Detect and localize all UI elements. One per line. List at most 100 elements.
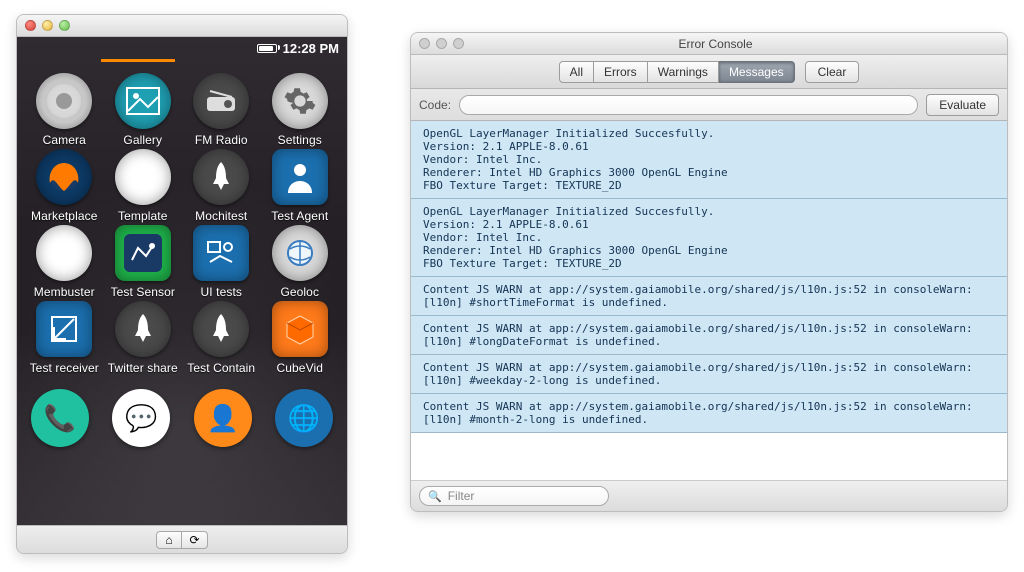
app-icon [115, 225, 171, 281]
app-template[interactable]: Template [106, 149, 181, 223]
battery-icon [257, 44, 277, 53]
app-label: Template [118, 209, 168, 223]
home-screen-grid: Camera Gallery FM Radio Settings Marketp… [17, 59, 347, 379]
app-marketplace[interactable]: Marketplace [27, 149, 102, 223]
phone-icon: 📞 [31, 389, 89, 447]
app-icon [272, 225, 328, 281]
minimize-icon[interactable] [436, 38, 447, 49]
window-title: Error Console [470, 37, 1007, 51]
app-label: Gallery [123, 133, 162, 147]
app-label: Membuster [34, 285, 95, 299]
console-message[interactable]: OpenGL LayerManager Initialized Succesfu… [411, 199, 1007, 277]
dock-contact[interactable]: 👤 [194, 389, 252, 447]
error-console-window: Error Console All Errors Warnings Messag… [410, 32, 1008, 512]
app-mochitest[interactable]: Mochitest [184, 149, 259, 223]
app-icon [193, 149, 249, 205]
statusbar: 12:28 PM [17, 37, 347, 59]
console-message[interactable]: Content JS WARN at app://system.gaiamobi… [411, 277, 1007, 316]
app-icon [193, 73, 249, 129]
app-label: FM Radio [195, 133, 248, 147]
app-icon [115, 149, 171, 205]
app-label: Geoloc [280, 285, 319, 299]
app-ui-tests[interactable]: UI tests [184, 225, 259, 299]
clear-button[interactable]: Clear [805, 61, 860, 83]
app-icon [36, 73, 92, 129]
app-membuster[interactable]: Membuster [27, 225, 102, 299]
filter-input[interactable]: 🔍 Filter [419, 486, 609, 506]
app-icon [36, 301, 92, 357]
minimize-icon[interactable] [42, 20, 53, 31]
app-label: Marketplace [31, 209, 97, 223]
simulator-buttons: ⌂ ⟳ [17, 525, 347, 553]
home-icon: ⌂ [165, 533, 172, 547]
filter-row: 🔍 Filter [411, 481, 1007, 511]
filter-segmented-control: All Errors Warnings Messages [559, 61, 795, 83]
app-icon [36, 225, 92, 281]
app-icon [115, 73, 171, 129]
console-message[interactable]: Content JS WARN at app://system.gaiamobi… [411, 394, 1007, 433]
app-cubevid[interactable]: CubeVid [263, 301, 338, 375]
zoom-icon[interactable] [453, 38, 464, 49]
close-icon[interactable] [419, 38, 430, 49]
browser-icon: 🌐 [275, 389, 333, 447]
app-icon [272, 301, 328, 357]
contact-icon: 👤 [194, 389, 252, 447]
app-label: UI tests [201, 285, 242, 299]
tab-errors[interactable]: Errors [594, 61, 648, 83]
status-time: 12:28 PM [283, 41, 339, 56]
app-settings[interactable]: Settings [263, 73, 338, 147]
code-label: Code: [419, 98, 451, 112]
phone-simulator-window: 12:28 PM Camera Gallery FM Radio Setting… [16, 14, 348, 554]
app-icon [36, 149, 92, 205]
console-message[interactable]: Content JS WARN at app://system.gaiamobi… [411, 355, 1007, 394]
app-test-contain[interactable]: Test Contain [184, 301, 259, 375]
tab-messages[interactable]: Messages [719, 61, 795, 83]
app-label: CubeVid [276, 361, 323, 375]
app-twitter-share[interactable]: Twitter share [106, 301, 181, 375]
app-label: Test Contain [187, 361, 255, 375]
message-icon: 💬 [112, 389, 170, 447]
app-test-receiver[interactable]: Test receiver [27, 301, 102, 375]
app-fm-radio[interactable]: FM Radio [184, 73, 259, 147]
code-input[interactable] [459, 95, 918, 115]
console-message[interactable]: Content JS WARN at app://system.gaiamobi… [411, 316, 1007, 355]
dock-phone[interactable]: 📞 [31, 389, 89, 447]
rotate-icon: ⟳ [189, 533, 199, 547]
console-message[interactable]: OpenGL LayerManager Initialized Succesfu… [411, 121, 1007, 199]
rotate-button[interactable]: ⟳ [182, 531, 208, 549]
app-icon [272, 149, 328, 205]
code-evaluate-row: Code: Evaluate [411, 89, 1007, 121]
app-label: Camera [43, 133, 86, 147]
app-label: Twitter share [108, 361, 178, 375]
tab-all[interactable]: All [559, 61, 594, 83]
search-icon: 🔍 [428, 490, 442, 503]
app-icon [193, 301, 249, 357]
app-label: Test Sensor [111, 285, 175, 299]
app-label: Settings [278, 133, 322, 147]
app-test-agent[interactable]: Test Agent [263, 149, 338, 223]
app-icon [272, 73, 328, 129]
app-icon [193, 225, 249, 281]
evaluate-button[interactable]: Evaluate [926, 94, 999, 116]
dock-message[interactable]: 💬 [112, 389, 170, 447]
console-toolbar: All Errors Warnings Messages Clear [411, 55, 1007, 89]
dock-browser[interactable]: 🌐 [275, 389, 333, 447]
app-icon [115, 301, 171, 357]
app-geoloc[interactable]: Geoloc [263, 225, 338, 299]
console-titlebar[interactable]: Error Console [411, 33, 1007, 55]
phone-titlebar[interactable] [17, 15, 347, 37]
app-camera[interactable]: Camera [27, 73, 102, 147]
message-list[interactable]: OpenGL LayerManager Initialized Succesfu… [411, 121, 1007, 481]
home-button[interactable]: ⌂ [156, 531, 182, 549]
zoom-icon[interactable] [59, 20, 70, 31]
filter-placeholder: Filter [448, 489, 475, 503]
tab-warnings[interactable]: Warnings [648, 61, 719, 83]
dock: 📞 💬 👤 🌐 [17, 379, 347, 455]
app-gallery[interactable]: Gallery [106, 73, 181, 147]
active-page-indicator [101, 59, 175, 62]
close-icon[interactable] [25, 20, 36, 31]
app-test-sensor[interactable]: Test Sensor [106, 225, 181, 299]
phone-screen: 12:28 PM Camera Gallery FM Radio Setting… [17, 37, 347, 525]
app-label: Test Agent [271, 209, 328, 223]
app-label: Mochitest [195, 209, 247, 223]
